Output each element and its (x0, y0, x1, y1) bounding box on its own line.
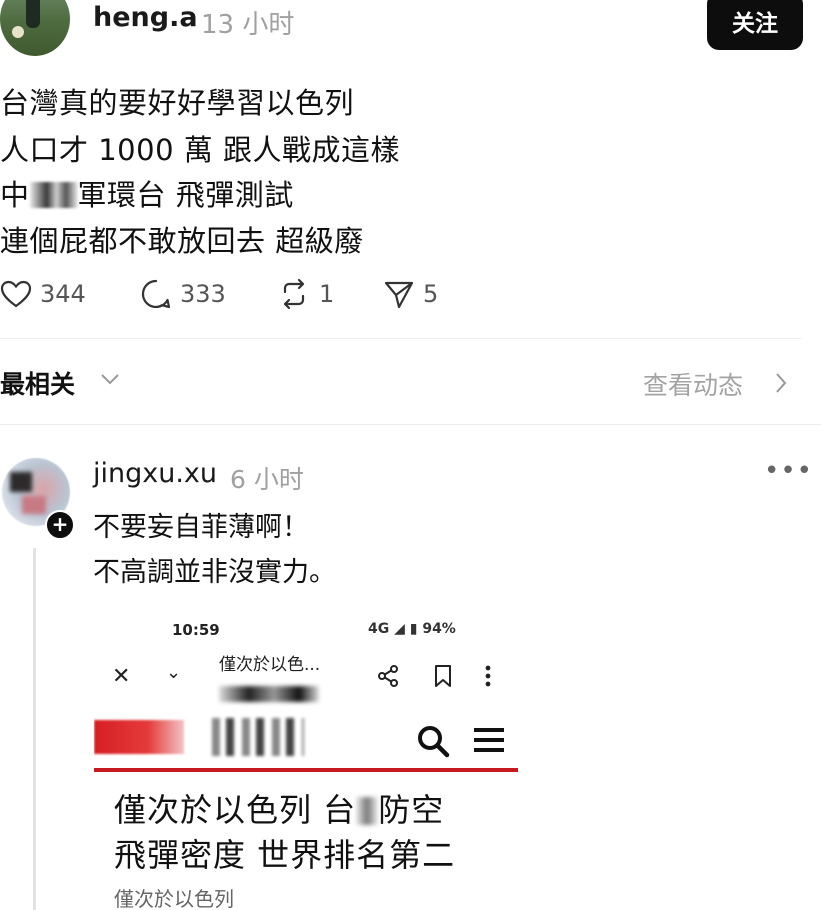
follow-button[interactable]: 关注 (707, 0, 803, 50)
post-text-prefix: 中 (0, 178, 30, 212)
like-button[interactable]: 344 (0, 278, 86, 310)
post-text-line: 人口才 1000 萬 跟人戰成這樣 (0, 133, 400, 167)
headline-part: 僅次於以色列 台 (114, 791, 357, 829)
article-headline[interactable]: 僅次於以色列 台防空 (114, 785, 444, 831)
search-icon[interactable] (416, 724, 450, 758)
post-text-line: 中 軍環台 飛彈測試 (0, 172, 294, 214)
post-text-line: 連個屁都不敢放回去 超級廢 (0, 224, 364, 258)
chevron-down-icon[interactable]: ⌄ (166, 662, 181, 683)
attached-screenshot[interactable]: 10:59 4G ◢ ▮ 94% ✕ ⌄ 僅次於以色... 僅次於以色列 台防空… (94, 600, 518, 910)
sort-dropdown-label[interactable]: 最相关 (0, 365, 75, 401)
send-button[interactable]: 5 (383, 278, 438, 310)
heart-icon (0, 280, 32, 308)
like-count: 344 (40, 280, 86, 308)
reply-count: 333 (180, 280, 226, 308)
divider (0, 338, 801, 339)
browser-page-title: 僅次於以色... (219, 655, 321, 675)
headline-part: 防空 (378, 791, 445, 829)
close-icon[interactable]: ✕ (112, 664, 130, 689)
divider (0, 424, 821, 425)
bookmark-icon[interactable] (433, 664, 453, 688)
reply-text-line: 不要妄自菲薄啊！ (93, 512, 309, 543)
more-icon[interactable]: ••• (764, 456, 813, 486)
chevron-down-icon[interactable] (100, 372, 120, 386)
avatar-figure (26, 0, 40, 28)
reply-text-line: 不高調並非沒實力。 (93, 557, 336, 588)
repost-icon (283, 278, 305, 310)
author-avatar[interactable] (0, 0, 70, 56)
kebab-icon[interactable] (484, 664, 492, 688)
reply-bubble-icon (141, 279, 171, 309)
repost-button[interactable]: 1 (277, 278, 334, 310)
chevron-right-icon[interactable] (774, 372, 788, 394)
avatar-ball (12, 26, 24, 38)
post-timestamp: 13 小时 (201, 10, 295, 40)
reply-username[interactable]: jingxu.xu (93, 458, 217, 489)
header-accent-bar (94, 768, 518, 772)
article-headline[interactable]: 飛彈密度 世界排名第二 (114, 830, 455, 876)
avatar-pixel (22, 496, 46, 514)
author-username[interactable]: heng.a (93, 2, 198, 33)
status-bar-time: 10:59 (172, 621, 220, 639)
article-subtitle: 僅次於以色列 (114, 887, 234, 910)
view-activity-link[interactable]: 查看动态 (643, 366, 743, 402)
share-icon[interactable] (376, 664, 400, 688)
repost-count: 1 (319, 280, 335, 308)
redacted-text (356, 797, 379, 825)
send-icon (384, 281, 414, 309)
site-logo (94, 720, 184, 754)
thread-line (33, 548, 36, 910)
status-bar-indicators: 4G ◢ ▮ 94% (368, 621, 456, 637)
hamburger-icon[interactable] (474, 726, 504, 754)
share-count: 5 (423, 280, 439, 308)
redacted-url (219, 686, 319, 702)
redacted-text (29, 182, 78, 208)
follow-plus-badge[interactable]: + (45, 510, 75, 540)
redacted-site-name (204, 718, 304, 756)
reply-timestamp: 6 小时 (230, 465, 304, 494)
reply-button[interactable]: 333 (140, 278, 226, 310)
post-text-rest: 軍環台 飛彈測試 (77, 178, 294, 212)
post-text-line: 台灣真的要好好學習以色列 (0, 86, 355, 120)
avatar-pixel (10, 472, 32, 492)
